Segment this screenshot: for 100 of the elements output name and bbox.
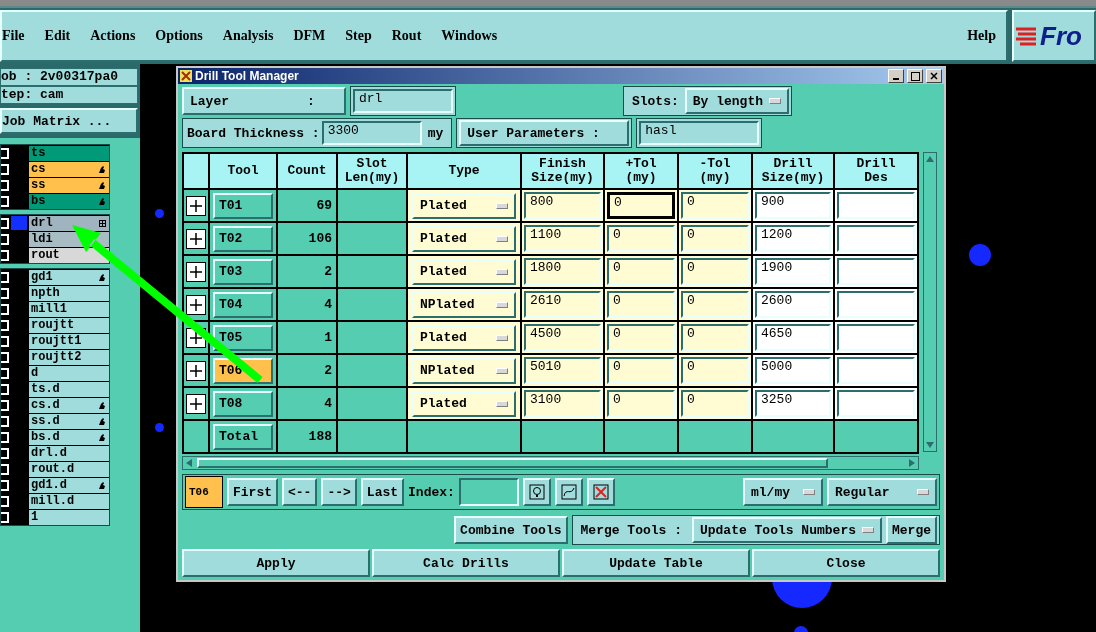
menu-item[interactable]: Analysis xyxy=(222,28,274,44)
finish-size-field[interactable]: 5010 xyxy=(524,357,601,384)
layer-checkbox[interactable] xyxy=(1,479,9,491)
layer-name[interactable]: bs xyxy=(29,193,109,209)
layer-row[interactable]: rout xyxy=(1,247,109,263)
layer-checkbox[interactable] xyxy=(1,249,9,261)
layer-checkbox[interactable] xyxy=(1,163,9,175)
help-menu[interactable]: Help xyxy=(967,28,996,44)
layer-checkbox[interactable] xyxy=(1,303,9,315)
menu-item[interactable]: Windows xyxy=(441,28,498,44)
layer-row[interactable]: mill.d xyxy=(1,493,109,509)
layer-name[interactable]: npth xyxy=(29,285,109,301)
horizontal-scrollbar[interactable] xyxy=(182,456,919,470)
plus-tolerance-field[interactable]: 0 xyxy=(607,258,675,285)
menu-item[interactable]: DFM xyxy=(293,28,326,44)
drill-description-field[interactable] xyxy=(837,324,915,351)
plus-tolerance-field[interactable]: 0 xyxy=(607,192,675,219)
action-button[interactable]: Apply xyxy=(182,549,370,577)
layer-row[interactable]: ss xyxy=(1,177,109,193)
layer-checkbox[interactable] xyxy=(1,495,9,507)
user-parameters-field[interactable]: hasl xyxy=(639,121,760,145)
drill-size-field[interactable]: 1900 xyxy=(755,258,831,285)
minus-tolerance-field[interactable]: 0 xyxy=(681,390,749,417)
navigation-button[interactable]: First xyxy=(227,478,278,506)
minus-tolerance-field[interactable]: 0 xyxy=(681,192,749,219)
layer-checkbox[interactable] xyxy=(1,179,9,191)
minus-tolerance-field[interactable]: 0 xyxy=(681,324,749,351)
tool-button[interactable]: T02 xyxy=(213,225,273,252)
tool-button[interactable]: T08 xyxy=(213,390,273,417)
menu-item[interactable]: Rout xyxy=(391,28,422,44)
layer-name[interactable]: ts.d xyxy=(29,381,109,397)
layer-name[interactable]: rout.d xyxy=(29,461,109,477)
curve-button[interactable] xyxy=(554,478,583,506)
layer-checkbox[interactable] xyxy=(1,463,9,475)
layer-name[interactable]: 1 xyxy=(29,509,109,525)
layer-checkbox[interactable] xyxy=(1,287,9,299)
layer-row[interactable]: 1 xyxy=(1,509,109,525)
minus-tolerance-field[interactable]: 0 xyxy=(681,258,749,285)
units-dropdown[interactable]: ml/my xyxy=(743,478,823,506)
layer-row[interactable]: bs.d xyxy=(1,429,109,445)
user-parameters-button[interactable]: User Parameters : xyxy=(459,120,630,146)
plus-tolerance-field[interactable]: 0 xyxy=(607,324,675,351)
layer-checkbox[interactable] xyxy=(1,195,9,207)
layer-checkbox[interactable] xyxy=(1,431,9,443)
layer-checkbox[interactable] xyxy=(1,147,9,159)
layer-name[interactable]: roujtt xyxy=(29,317,109,333)
layer-name[interactable]: mill.d xyxy=(29,493,109,509)
navigation-button[interactable]: <-- xyxy=(282,478,318,506)
layer-name[interactable]: bs.d xyxy=(29,429,109,445)
plus-tolerance-field[interactable]: 0 xyxy=(607,390,675,417)
plus-tolerance-field[interactable]: 0 xyxy=(607,357,675,384)
layer-checkbox[interactable] xyxy=(1,447,9,459)
layer-checkbox[interactable] xyxy=(1,415,9,427)
finish-size-field[interactable]: 2610 xyxy=(524,291,601,318)
layer-name[interactable]: ss xyxy=(29,177,109,193)
layer-name[interactable]: ts xyxy=(29,145,109,161)
menu-item[interactable]: File xyxy=(2,28,25,44)
finish-size-field[interactable]: 1100 xyxy=(524,225,601,252)
layer-row[interactable]: gd1.d xyxy=(1,477,109,493)
expand-button[interactable] xyxy=(186,261,206,282)
type-dropdown[interactable]: Plated xyxy=(412,225,516,252)
tool-button[interactable]: T01 xyxy=(213,192,273,219)
type-dropdown[interactable]: Plated xyxy=(412,258,516,285)
layer-row[interactable]: ss.d xyxy=(1,413,109,429)
layer-checkbox[interactable] xyxy=(1,233,9,245)
layer-checkbox[interactable] xyxy=(1,399,9,411)
expand-button[interactable] xyxy=(186,393,206,414)
close-button[interactable] xyxy=(926,69,942,83)
layer-row[interactable]: roujtt2 xyxy=(1,349,109,365)
navigation-button[interactable]: --> xyxy=(321,478,357,506)
index-field[interactable] xyxy=(458,478,519,506)
drill-description-field[interactable] xyxy=(837,357,915,384)
type-dropdown[interactable]: NPlated xyxy=(412,291,516,318)
finish-size-field[interactable]: 800 xyxy=(524,192,601,219)
layer-row[interactable]: roujtt xyxy=(1,317,109,333)
layer-field[interactable]: drl xyxy=(353,89,453,113)
drill-description-field[interactable] xyxy=(837,225,915,252)
bulb-button[interactable] xyxy=(522,478,551,506)
minus-tolerance-field[interactable]: 0 xyxy=(681,225,749,252)
minus-tolerance-field[interactable]: 0 xyxy=(681,291,749,318)
type-dropdown[interactable]: Plated xyxy=(412,192,516,219)
drill-description-field[interactable] xyxy=(837,258,915,285)
menu-item[interactable]: Edit xyxy=(44,28,71,44)
expand-button[interactable] xyxy=(186,360,206,381)
layer-row[interactable]: roujtt1 xyxy=(1,333,109,349)
plus-tolerance-field[interactable]: 0 xyxy=(607,291,675,318)
board-thickness-field[interactable]: 3300 xyxy=(321,121,422,145)
tool-button[interactable]: T05 xyxy=(213,324,273,351)
menu-item[interactable]: Options xyxy=(155,28,203,44)
layer-checkbox[interactable] xyxy=(1,367,9,379)
layer-row[interactable]: ts.d xyxy=(1,381,109,397)
layer-name[interactable]: drl.d xyxy=(29,445,109,461)
layer-checkbox[interactable] xyxy=(1,271,9,283)
job-matrix-button[interactable]: Job Matrix ... xyxy=(0,108,138,134)
layer-row[interactable]: bs xyxy=(1,193,109,209)
merge-mode-dropdown[interactable]: Update Tools Numbers xyxy=(691,517,882,543)
layer-row[interactable]: rout.d xyxy=(1,461,109,477)
plus-tolerance-field[interactable]: 0 xyxy=(607,225,675,252)
vertical-scrollbar[interactable] xyxy=(923,152,937,452)
drill-description-field[interactable] xyxy=(837,192,915,219)
